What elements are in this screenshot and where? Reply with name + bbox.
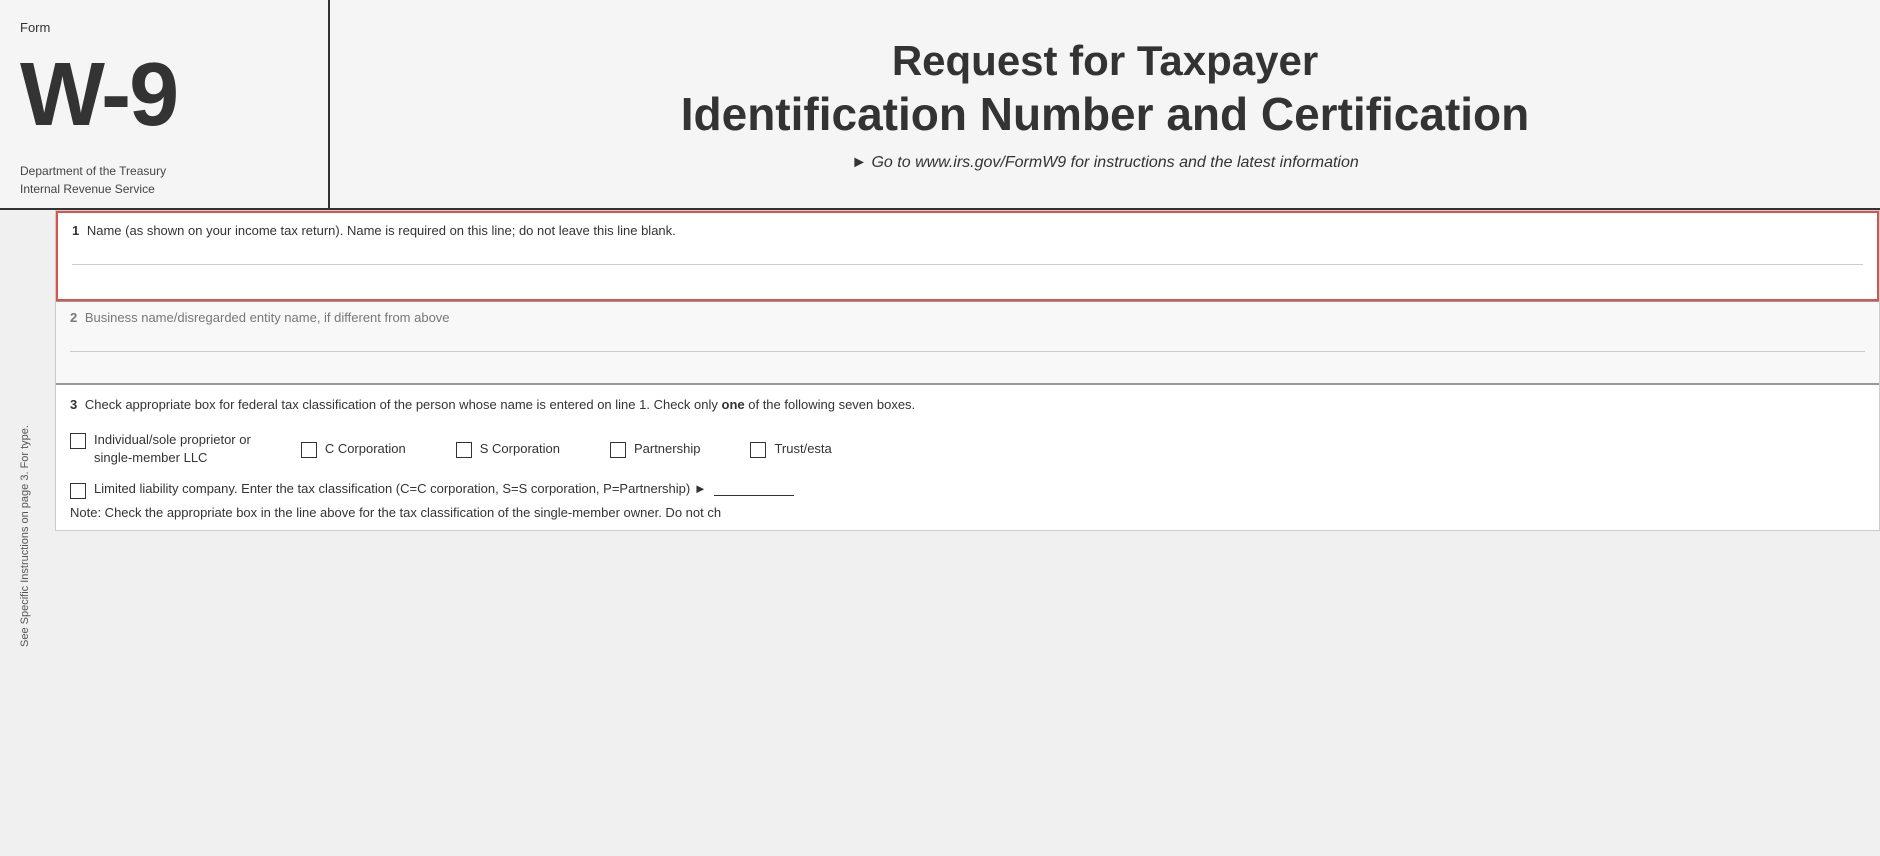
checkbox-individual-box[interactable]: [70, 433, 86, 449]
checkbox-trust-label: Trust/esta: [774, 440, 831, 458]
field-3-header: 3 Check appropriate box for federal tax …: [70, 395, 1865, 415]
dept-info: Department of the Treasury Internal Reve…: [20, 162, 308, 198]
note-text: Note: Check the appropriate box in the l…: [70, 505, 1865, 520]
field-1-label: 1 Name (as shown on your income tax retu…: [72, 223, 1863, 238]
form-number: W-9: [20, 50, 308, 140]
field-3-number: 3: [70, 397, 77, 412]
field-3-container: 3 Check appropriate box for federal tax …: [56, 384, 1879, 530]
checkbox-s-corp-label: S Corporation: [480, 440, 560, 458]
field-3-text: Check appropriate box for federal tax cl…: [85, 397, 915, 412]
checkbox-partnership-box[interactable]: [610, 442, 626, 458]
checkbox-trust[interactable]: Trust/esta: [750, 440, 831, 458]
field-2-text: Business name/disregarded entity name, i…: [85, 310, 450, 325]
dept-line2: Internal Revenue Service: [20, 180, 308, 198]
llc-text-content: Limited liability company. Enter the tax…: [94, 481, 707, 496]
form-title-line1: Request for Taxpayer: [360, 36, 1850, 86]
header-right: Request for Taxpayer Identification Numb…: [330, 0, 1880, 208]
checkboxes-row: Individual/sole proprietor orsingle-memb…: [70, 431, 1865, 467]
checkbox-individual-label: Individual/sole proprietor orsingle-memb…: [94, 431, 251, 467]
llc-text: Limited liability company. Enter the tax…: [94, 481, 1865, 496]
checkbox-c-corp-label: C Corporation: [325, 440, 406, 458]
field-2-container: 2 Business name/disregarded entity name,…: [56, 301, 1879, 384]
form-container: Form W-9 Department of the Treasury Inte…: [0, 0, 1880, 856]
field-1-text: Name (as shown on your income tax return…: [87, 223, 676, 238]
field-1-input[interactable]: [72, 248, 1863, 265]
field-2-number: 2: [70, 310, 77, 325]
checkbox-partnership-label: Partnership: [634, 440, 700, 458]
field-2-input[interactable]: [70, 335, 1865, 352]
checkbox-c-corp-box[interactable]: [301, 442, 317, 458]
checkbox-partnership[interactable]: Partnership: [610, 440, 700, 458]
sidebar: See Specific Instructions on page 3. For…: [0, 215, 50, 856]
checkbox-llc-box[interactable]: [70, 483, 86, 499]
checkbox-trust-box[interactable]: [750, 442, 766, 458]
checkbox-s-corp-box[interactable]: [456, 442, 472, 458]
checkbox-s-corp[interactable]: S Corporation: [456, 440, 560, 458]
llc-line: [714, 495, 794, 496]
form-header: Form W-9 Department of the Treasury Inte…: [0, 0, 1880, 210]
field-1-number: 1: [72, 223, 79, 238]
field-2-label: 2 Business name/disregarded entity name,…: [70, 310, 1865, 325]
form-label: Form: [20, 20, 308, 35]
sidebar-text: See Specific Instructions on page 3. For…: [19, 425, 31, 647]
dept-line1: Department of the Treasury: [20, 162, 308, 180]
header-left: Form W-9 Department of the Treasury Inte…: [0, 0, 330, 208]
checkbox-c-corp[interactable]: C Corporation: [301, 440, 406, 458]
llc-row: Limited liability company. Enter the tax…: [70, 481, 1865, 499]
form-instruction: ► Go to www.irs.gov/FormW9 for instructi…: [360, 154, 1850, 172]
form-title-line2: Identification Number and Certification: [360, 87, 1850, 142]
form-body: 1 Name (as shown on your income tax retu…: [55, 210, 1880, 531]
checkbox-individual[interactable]: Individual/sole proprietor orsingle-memb…: [70, 431, 251, 467]
field-1-container: 1 Name (as shown on your income tax retu…: [56, 211, 1879, 301]
